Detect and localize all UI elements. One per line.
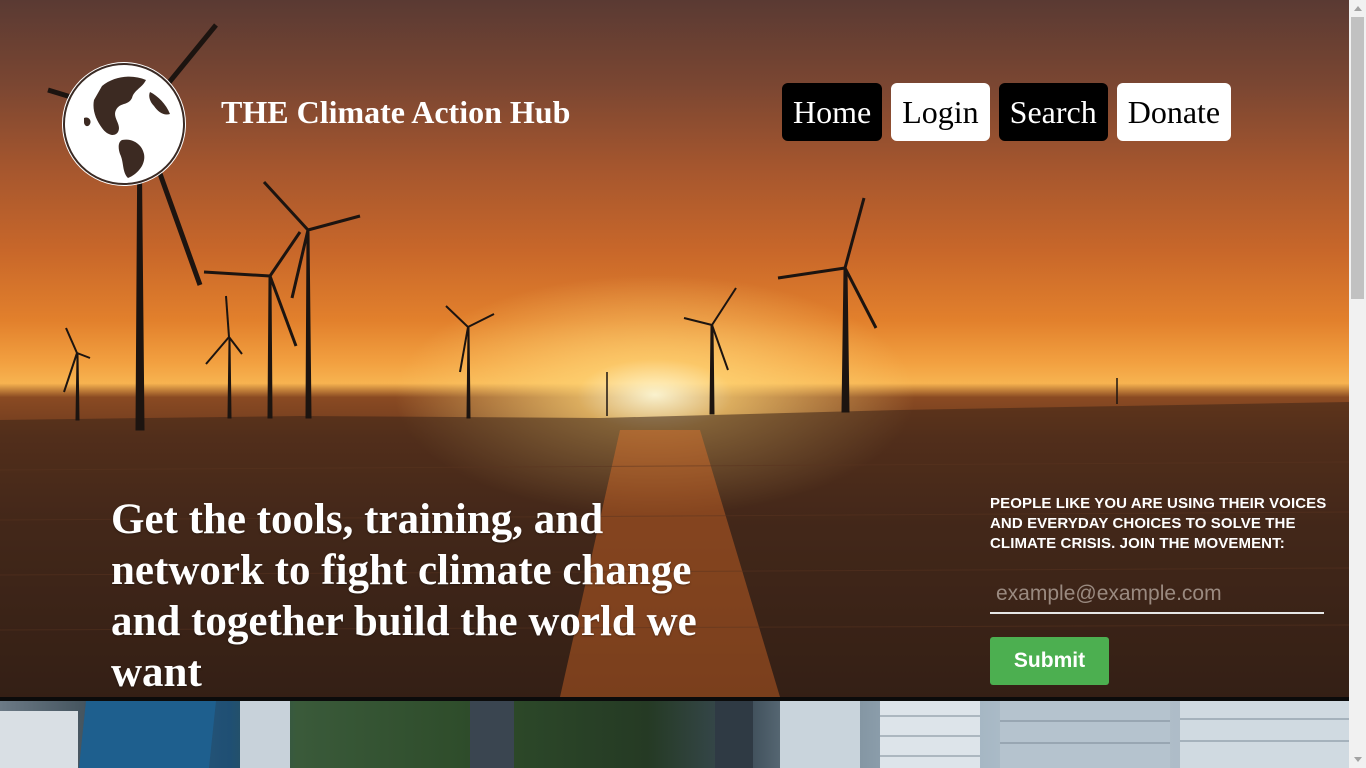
- vertical-scrollbar[interactable]: [1349, 0, 1366, 768]
- globe-icon: [63, 63, 185, 185]
- city-background-image: [0, 701, 1349, 768]
- hero-headline: Get the tools, training, and network to …: [111, 496, 697, 696]
- email-field[interactable]: [990, 576, 1324, 614]
- site-title: THE Climate Action Hub: [221, 94, 571, 130]
- scroll-down-arrow-icon[interactable]: [1349, 751, 1366, 768]
- scroll-up-arrow-icon[interactable]: [1349, 0, 1366, 17]
- nav-donate-button[interactable]: Donate: [1116, 83, 1232, 141]
- submit-button[interactable]: Submit: [990, 637, 1109, 685]
- nav-search-button[interactable]: Search: [998, 83, 1108, 141]
- page-viewport: THE Climate Action Hub Home Login Search…: [0, 0, 1349, 768]
- scrollbar-thumb[interactable]: [1351, 17, 1364, 299]
- nav-home-button[interactable]: Home: [782, 83, 883, 141]
- signup-text: People like you are using their voices a…: [990, 495, 1327, 552]
- main-nav: Home Login Search Donate: [782, 83, 1232, 141]
- site-logo[interactable]: [62, 62, 186, 186]
- nav-login-button[interactable]: Login: [891, 83, 990, 141]
- signup-form: People like you are using their voices a…: [990, 494, 1335, 685]
